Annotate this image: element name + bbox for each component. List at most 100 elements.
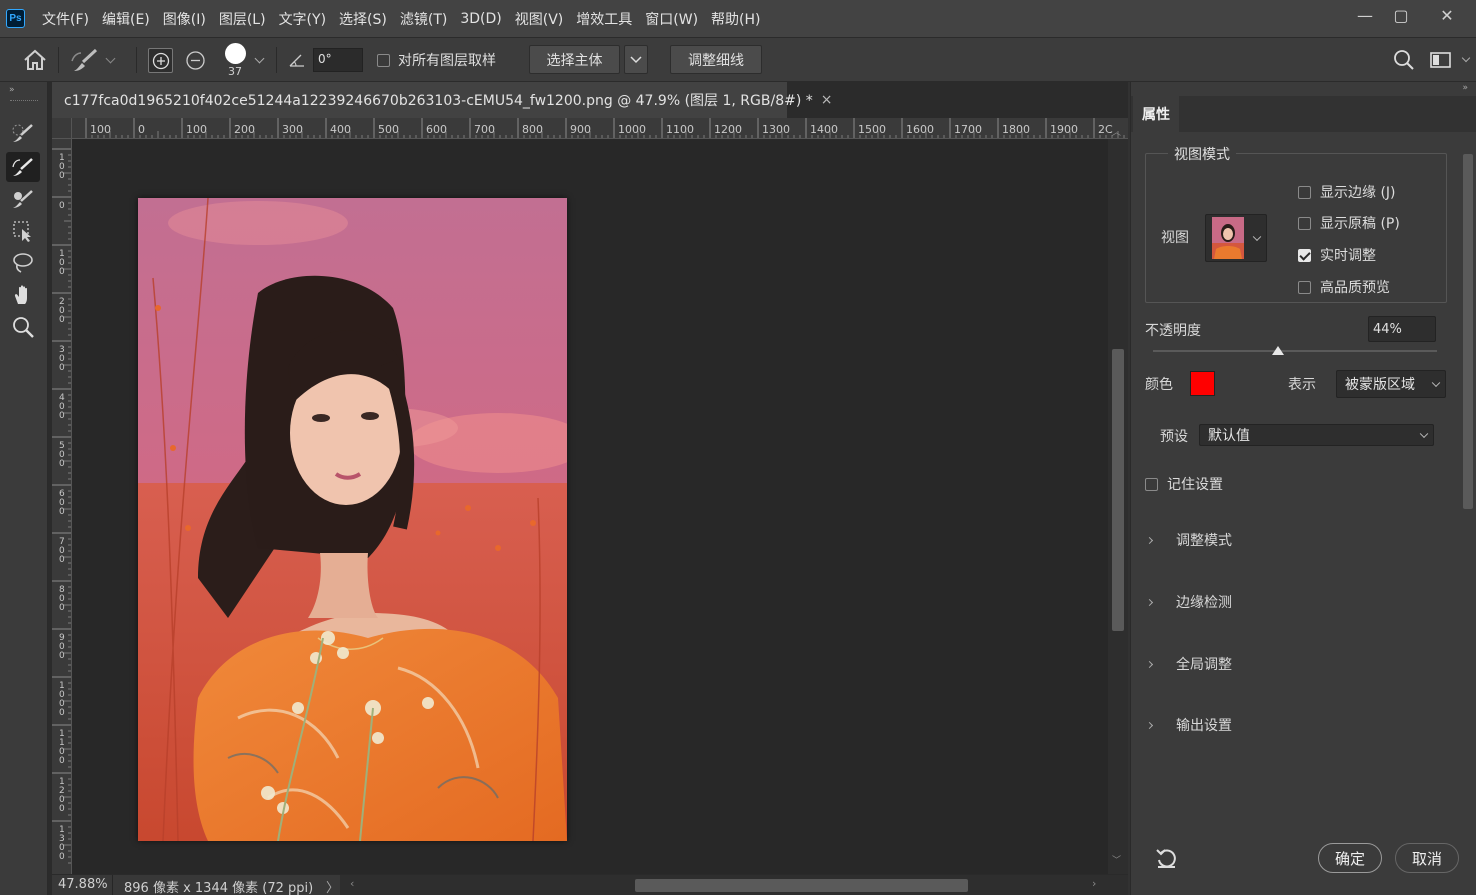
show-original-checkbox[interactable] [1298, 216, 1311, 230]
scroll-right-icon[interactable]: › [1092, 877, 1096, 890]
ok-button[interactable]: 确定 [1318, 843, 1382, 873]
overlay-color-swatch[interactable] [1190, 371, 1215, 396]
toolbar-grip[interactable] [10, 100, 38, 102]
subtract-from-selection-icon[interactable] [185, 50, 206, 75]
canvas-vertical-scrollbar[interactable]: ︿ ﹀ [1108, 128, 1128, 874]
zoom-level[interactable]: 47.88% [58, 877, 108, 892]
tab-properties[interactable]: 属性 [1133, 96, 1179, 132]
workspace-icon[interactable] [1430, 52, 1452, 73]
ruler-v-label: 0 [59, 201, 65, 211]
menu-layer[interactable]: 图层(L) [219, 9, 266, 29]
select-subject-button[interactable]: 选择主体 [529, 45, 620, 74]
sample-all-layers-checkbox[interactable] [377, 54, 390, 67]
menu-help[interactable]: 帮助(H) [711, 9, 760, 29]
hand-tool-icon[interactable] [6, 280, 40, 310]
preset-dropdown[interactable]: 默认值 [1199, 424, 1434, 446]
horizontal-ruler[interactable]: 100 0 100 200 300 400 500 600 700 800 900 1000 1100 1… [72, 118, 1128, 139]
canvas-vscroll-thumb[interactable] [1112, 349, 1124, 631]
real-time-refinement-option[interactable]: 实时调整 [1298, 245, 1376, 265]
section-global-refinements-label: 全局调整 [1176, 657, 1232, 673]
menu-filter[interactable]: 滤镜(T) [400, 9, 447, 29]
lasso-tool-icon[interactable] [6, 248, 40, 278]
maximize-button[interactable]: ▢ [1381, 0, 1421, 30]
canvas-area[interactable] [72, 139, 1108, 874]
zoom-tool-icon[interactable] [6, 312, 40, 342]
brush-settings-chevron-icon[interactable] [254, 53, 265, 64]
properties-scrollbar[interactable] [1461, 152, 1475, 832]
opacity-slider-thumb[interactable] [1271, 346, 1284, 355]
show-original-label: 显示原稿 (P) [1320, 216, 1400, 232]
section-adjust-mode[interactable]: 调整模式 [1145, 530, 1232, 550]
section-global-refinements[interactable]: 全局调整 [1145, 654, 1232, 674]
show-edge-checkbox[interactable] [1298, 185, 1311, 199]
tool-preset-chevron-icon[interactable] [105, 53, 116, 64]
section-output-settings[interactable]: 输出设置 [1145, 715, 1232, 735]
ruler-corner[interactable] [52, 118, 72, 139]
menu-file[interactable]: 文件(F) [42, 9, 89, 29]
menu-plugins[interactable]: 增效工具 [576, 9, 632, 29]
brush-size-preview-icon[interactable] [225, 43, 246, 64]
remember-settings-checkbox[interactable] [1145, 477, 1158, 491]
refine-hair-button[interactable]: 调整细线 [670, 45, 762, 74]
menu-type[interactable]: 文字(Y) [279, 9, 326, 29]
ruler-h-label: 1000 [618, 123, 646, 136]
menu-edit[interactable]: 编辑(E) [102, 9, 150, 29]
show-edge-label: 显示边缘 (J) [1320, 185, 1396, 201]
view-mode-dropdown[interactable] [1205, 214, 1267, 262]
opacity-slider[interactable] [1153, 346, 1437, 355]
ruler-h-label: 1700 [954, 123, 982, 136]
menu-3d[interactable]: 3D(D) [460, 11, 501, 27]
close-tab-icon[interactable]: × [821, 92, 833, 108]
vertical-ruler[interactable]: 1000100200300400500600700800900100011001… [52, 139, 72, 874]
status-menu-arrow[interactable]: 〉 [326, 877, 339, 895]
canvas-horizontal-scrollbar[interactable]: ‹ › [340, 875, 1128, 895]
display-dropdown[interactable]: 被蒙版区域 [1336, 370, 1446, 398]
add-to-selection-icon[interactable] [148, 48, 173, 73]
close-window-button[interactable]: ✕ [1427, 0, 1467, 30]
show-edge-option[interactable]: 显示边缘 (J) [1298, 182, 1396, 202]
image-canvas[interactable] [138, 198, 567, 841]
collapse-toolbar-icon[interactable]: » [9, 85, 15, 95]
document-tab[interactable]: c177fca0d1965210f402ce51244a12239246670b… [52, 82, 832, 118]
ruler-h-label: 1800 [1002, 123, 1030, 136]
properties-scroll-thumb[interactable] [1463, 154, 1473, 509]
high-quality-preview-checkbox[interactable] [1298, 280, 1311, 294]
ruler-h-label: 1900 [1050, 123, 1078, 136]
menu-bar: Ps 文件(F) 编辑(E) 图像(I) 图层(L) 文字(Y) 选择(S) 滤… [0, 0, 1476, 37]
photoshop-logo: Ps [6, 9, 25, 28]
object-selection-tool-icon[interactable] [6, 216, 40, 246]
refine-edge-brush-tool-icon[interactable] [6, 152, 40, 182]
cancel-button[interactable]: 取消 [1395, 843, 1459, 873]
workspace-chevron-icon[interactable] [1461, 53, 1471, 63]
canvas-hscroll-thumb[interactable] [635, 879, 968, 892]
ruler-h-label: 1500 [858, 123, 886, 136]
high-quality-preview-option[interactable]: 高品质预览 [1298, 277, 1390, 297]
collapse-panel-icon[interactable]: » [1462, 83, 1468, 93]
section-edge-detection[interactable]: 边缘检测 [1145, 592, 1232, 612]
show-original-option[interactable]: 显示原稿 (P) [1298, 213, 1400, 233]
angle-input[interactable]: 0° [313, 48, 363, 72]
menu-select[interactable]: 选择(S) [339, 9, 387, 29]
scroll-down-icon[interactable]: ﹀ [1112, 853, 1121, 866]
ruler-h-label: 900 [570, 123, 591, 136]
ruler-h-label: 100 [90, 123, 111, 136]
select-subject-dropdown[interactable] [624, 45, 648, 74]
reset-icon[interactable] [1155, 847, 1179, 873]
ruler-v-label: 0 [59, 852, 65, 862]
menu-image[interactable]: 图像(I) [163, 9, 206, 29]
remember-settings-option[interactable]: 记住设置 [1145, 474, 1223, 494]
ruler-v-label: 0 [59, 267, 65, 277]
refine-brush-tool-icon[interactable] [70, 47, 100, 79]
menu-window[interactable]: 窗口(W) [645, 9, 698, 29]
search-icon[interactable] [1393, 49, 1415, 75]
real-time-refinement-checkbox[interactable] [1298, 248, 1311, 262]
scroll-up-icon[interactable]: ︿ [1112, 125, 1121, 138]
home-icon[interactable] [22, 49, 48, 75]
brush-tool-icon[interactable] [6, 184, 40, 214]
document-size-info[interactable]: 896 像素 x 1344 像素 (72 ppi) [124, 877, 313, 895]
quick-selection-tool-icon[interactable] [6, 118, 40, 148]
menu-view[interactable]: 视图(V) [515, 9, 564, 29]
scroll-left-icon[interactable]: ‹ [350, 877, 354, 890]
minimize-button[interactable]: — [1345, 0, 1385, 30]
opacity-input[interactable]: 44% [1368, 316, 1436, 342]
